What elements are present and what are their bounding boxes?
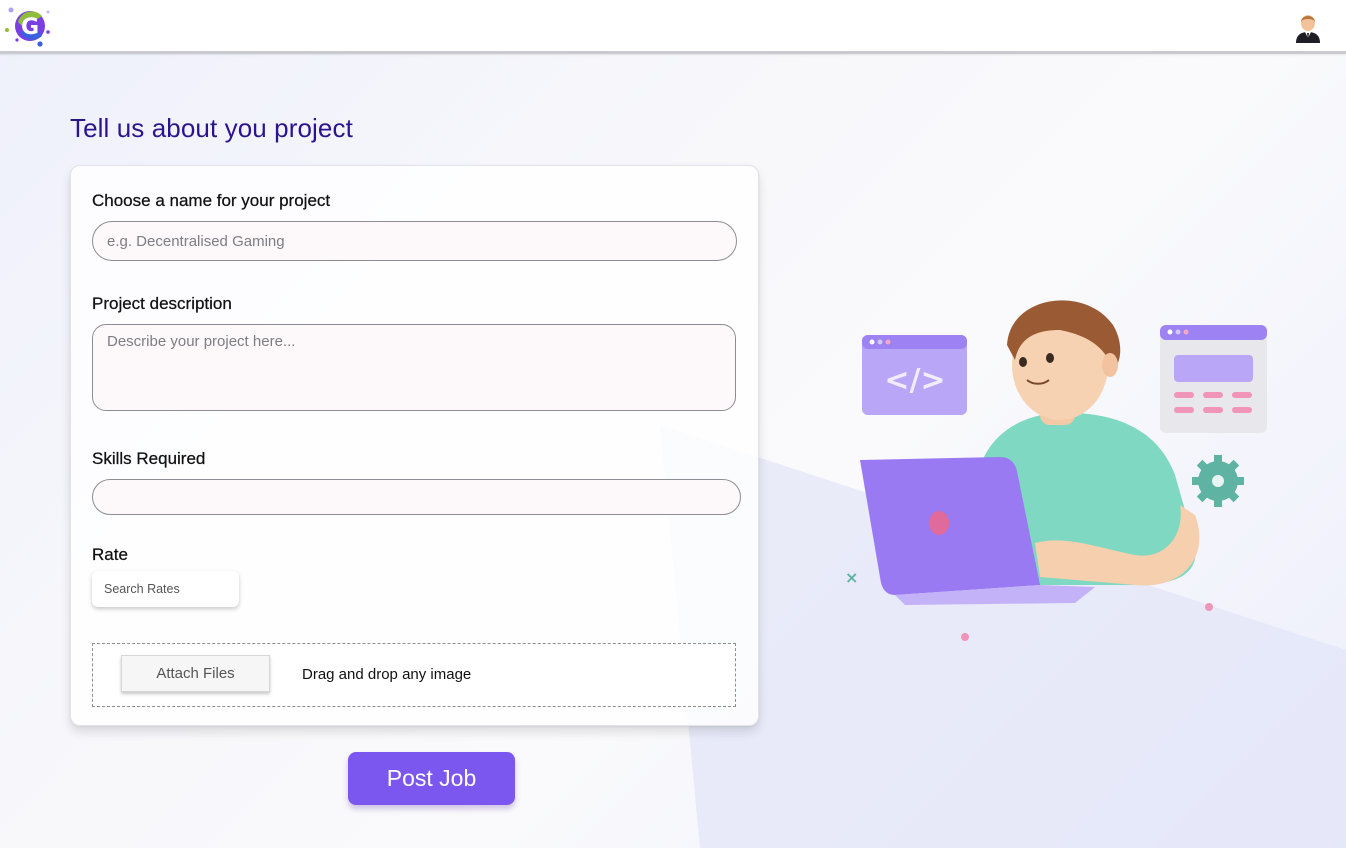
rate-label: Rate: [92, 545, 128, 564]
project-form-card: Choose a name for your project Project d…: [70, 165, 759, 726]
skills-input[interactable]: [92, 479, 741, 515]
code-window-icon: </>: [862, 335, 967, 415]
svg-text:</>: </>: [884, 363, 945, 398]
attach-files-button[interactable]: Attach Files: [121, 655, 270, 692]
project-name-label: Choose a name for your project: [92, 191, 331, 210]
svg-text:×: ×: [845, 568, 858, 587]
dropzone-hint: Drag and drop any image: [302, 666, 472, 683]
file-dropzone[interactable]: Attach Files Drag and drop any image: [92, 643, 736, 707]
page-title: Tell us about you project: [70, 113, 353, 143]
ui-window-icon: [1160, 325, 1267, 433]
developer-illustration: </> ×: [845, 300, 1267, 641]
skills-label: Skills Required: [92, 449, 206, 468]
post-job-button[interactable]: Post Job: [348, 752, 515, 805]
project-name-input[interactable]: [92, 221, 737, 261]
svg-text:G: G: [21, 15, 39, 40]
project-description-textarea[interactable]: [92, 324, 736, 411]
top-bar: G: [0, 0, 1346, 54]
rate-search-select[interactable]: Search Rates: [92, 571, 239, 607]
project-description-label: Project description: [92, 294, 232, 313]
gear-icon: [1192, 455, 1244, 507]
user-avatar-icon[interactable]: [1293, 11, 1323, 43]
g-logo-icon[interactable]: G: [4, 4, 60, 52]
